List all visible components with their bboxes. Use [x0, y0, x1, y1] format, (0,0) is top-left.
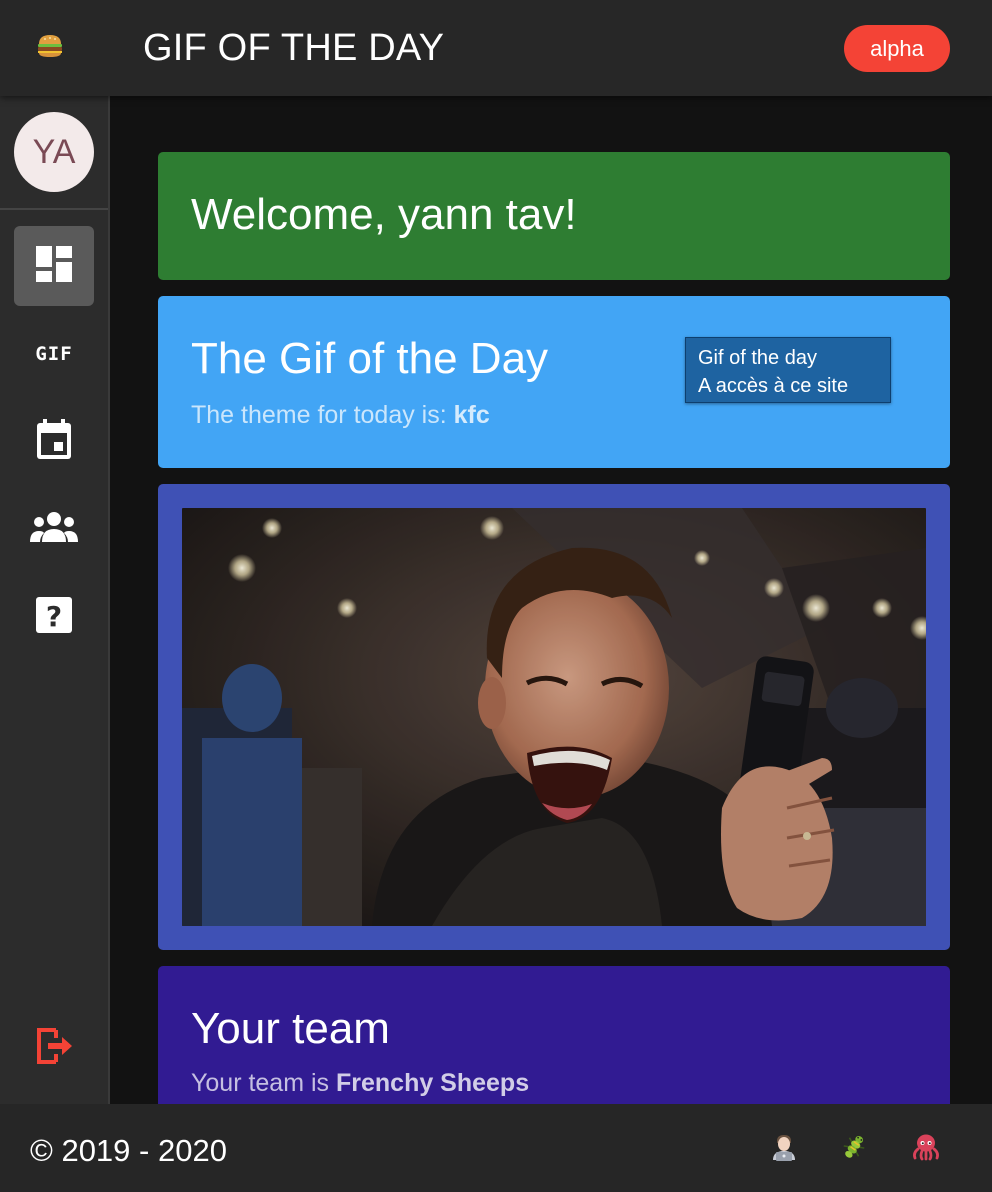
team-name: Frenchy Sheeps — [335, 1069, 530, 1097]
team-title: Your team — [191, 1004, 390, 1053]
octopus-link[interactable] — [908, 1134, 944, 1164]
theme-prefix: The theme for today is: — [191, 401, 454, 429]
top-app-bar: GIF OF THE DAY alpha — [0, 0, 992, 96]
welcome-card: Welcome, yann tav! — [158, 152, 950, 280]
sidebar-item-dashboard[interactable] — [14, 226, 94, 306]
gif-image-card — [158, 484, 950, 950]
svg-text:?: ? — [46, 600, 62, 633]
tooltip-line1: Gif of the day — [698, 347, 817, 369]
theme-subtitle: The theme for today is: kfc — [191, 400, 490, 430]
sidebar-item-gif[interactable]: GIF — [14, 314, 94, 394]
alpha-badge: alpha — [844, 25, 950, 72]
tooltip: Gif of the day A accès à ce site — [685, 337, 891, 403]
copyright: © 2019 - 2020 — [30, 1133, 227, 1168]
team-card: Your team Your team is Frenchy Sheeps — [158, 966, 950, 1104]
footer: © 2019 - 2020 — [0, 1104, 992, 1192]
burger-menu-button[interactable] — [30, 33, 70, 63]
avatar[interactable]: YA — [14, 112, 94, 192]
team-prefix: Your team is — [191, 1069, 336, 1097]
main-content: Welcome, yann tav! The Gif of the Day Th… — [110, 96, 992, 1104]
group-icon — [29, 511, 79, 548]
sidebar-divider — [0, 208, 108, 210]
help-icon: ? — [35, 596, 73, 639]
gif-icon: GIF — [35, 343, 73, 365]
burger-icon — [36, 33, 64, 64]
gif-image[interactable] — [182, 508, 926, 926]
technologist-icon — [770, 1133, 798, 1166]
bug-icon — [839, 1133, 869, 1166]
calendar-icon — [35, 418, 73, 465]
welcome-title: Welcome, yann tav! — [191, 190, 577, 239]
team-subtitle: Your team is Frenchy Sheeps — [191, 1068, 529, 1098]
octopus-icon — [911, 1133, 941, 1166]
logout-button[interactable] — [14, 1008, 94, 1088]
gif-of-the-day-title: The Gif of the Day — [191, 334, 549, 383]
sidebar: YA GIF ? — [0, 96, 110, 1104]
logout-icon — [34, 1026, 74, 1071]
app-title: GIF OF THE DAY — [143, 27, 445, 69]
gif-of-the-day-card: The Gif of the Day The theme for today i… — [158, 296, 950, 468]
sidebar-item-help[interactable]: ? — [14, 577, 94, 657]
theme-value: kfc — [453, 401, 490, 429]
dashboard-icon — [35, 245, 73, 288]
tooltip-line2: A accès à ce site — [698, 375, 849, 397]
sidebar-item-team[interactable] — [14, 489, 94, 569]
bug-link[interactable] — [836, 1134, 872, 1164]
sidebar-item-calendar[interactable] — [14, 401, 94, 481]
technologist-link[interactable] — [766, 1134, 802, 1164]
